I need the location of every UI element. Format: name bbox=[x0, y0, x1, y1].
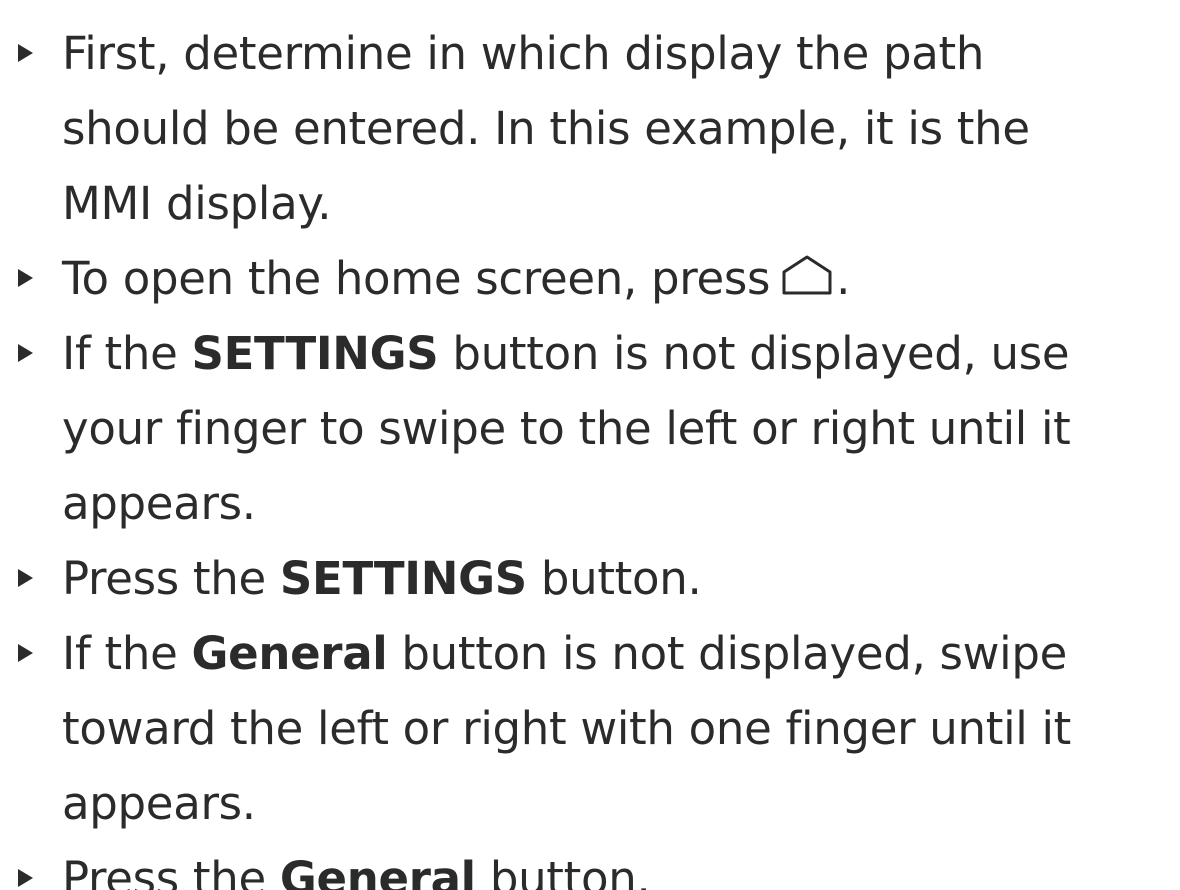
bullet-arrow-icon bbox=[18, 644, 33, 662]
step-line: your finger to swipe to the left or righ… bbox=[62, 402, 1071, 455]
step-line: To open the home screen, press. bbox=[62, 241, 1180, 316]
settings-button-label: SETTINGS bbox=[191, 327, 439, 380]
step-text: . bbox=[836, 252, 851, 305]
manual-page: First, determine in which display the pa… bbox=[0, 0, 1180, 890]
step-text: button is not displayed, swipe bbox=[387, 627, 1068, 680]
step-press-settings: Press the SETTINGS button. bbox=[0, 541, 1180, 616]
bullet-arrow-icon bbox=[18, 869, 33, 887]
step-text: If the bbox=[62, 327, 192, 380]
bullet-arrow-icon bbox=[18, 269, 33, 287]
home-icon bbox=[780, 253, 834, 297]
bullet-arrow-icon bbox=[18, 344, 33, 362]
step-text: Press the bbox=[62, 852, 280, 890]
step-line: MMI display. bbox=[62, 177, 332, 230]
step-line: should be entered. In this example, it i… bbox=[62, 102, 1030, 155]
step-line: First, determine in which display the pa… bbox=[62, 27, 985, 80]
step-line: If the General button is not displayed, … bbox=[62, 616, 1180, 691]
step-press-general: Press the General button. bbox=[0, 841, 1180, 890]
instruction-list: First, determine in which display the pa… bbox=[0, 16, 1180, 890]
step-determine-display: First, determine in which display the pa… bbox=[0, 16, 1180, 241]
step-find-settings: If the SETTINGS button is not displayed,… bbox=[0, 316, 1180, 541]
step-open-home-screen: To open the home screen, press. bbox=[0, 241, 1180, 316]
bullet-arrow-icon bbox=[18, 44, 33, 62]
step-text: button is not displayed, use bbox=[438, 327, 1070, 380]
settings-button-label: SETTINGS bbox=[279, 552, 527, 605]
step-text: To open the home screen, press bbox=[62, 252, 771, 305]
step-text: button. bbox=[475, 852, 651, 890]
bullet-arrow-icon bbox=[18, 569, 33, 587]
general-button-label: General bbox=[279, 852, 476, 890]
step-text: If the bbox=[62, 627, 192, 680]
step-line: Press the SETTINGS button. bbox=[62, 541, 1180, 616]
step-line: appears. bbox=[62, 477, 256, 530]
general-button-label: General bbox=[191, 627, 388, 680]
step-find-general: If the General button is not displayed, … bbox=[0, 616, 1180, 841]
step-line: appears. bbox=[62, 777, 256, 830]
step-line: Press the General button. bbox=[62, 841, 1180, 890]
step-line: toward the left or right with one finger… bbox=[62, 702, 1072, 755]
step-text: button. bbox=[526, 552, 702, 605]
step-text: Press the bbox=[62, 552, 280, 605]
step-line: If the SETTINGS button is not displayed,… bbox=[62, 316, 1180, 391]
